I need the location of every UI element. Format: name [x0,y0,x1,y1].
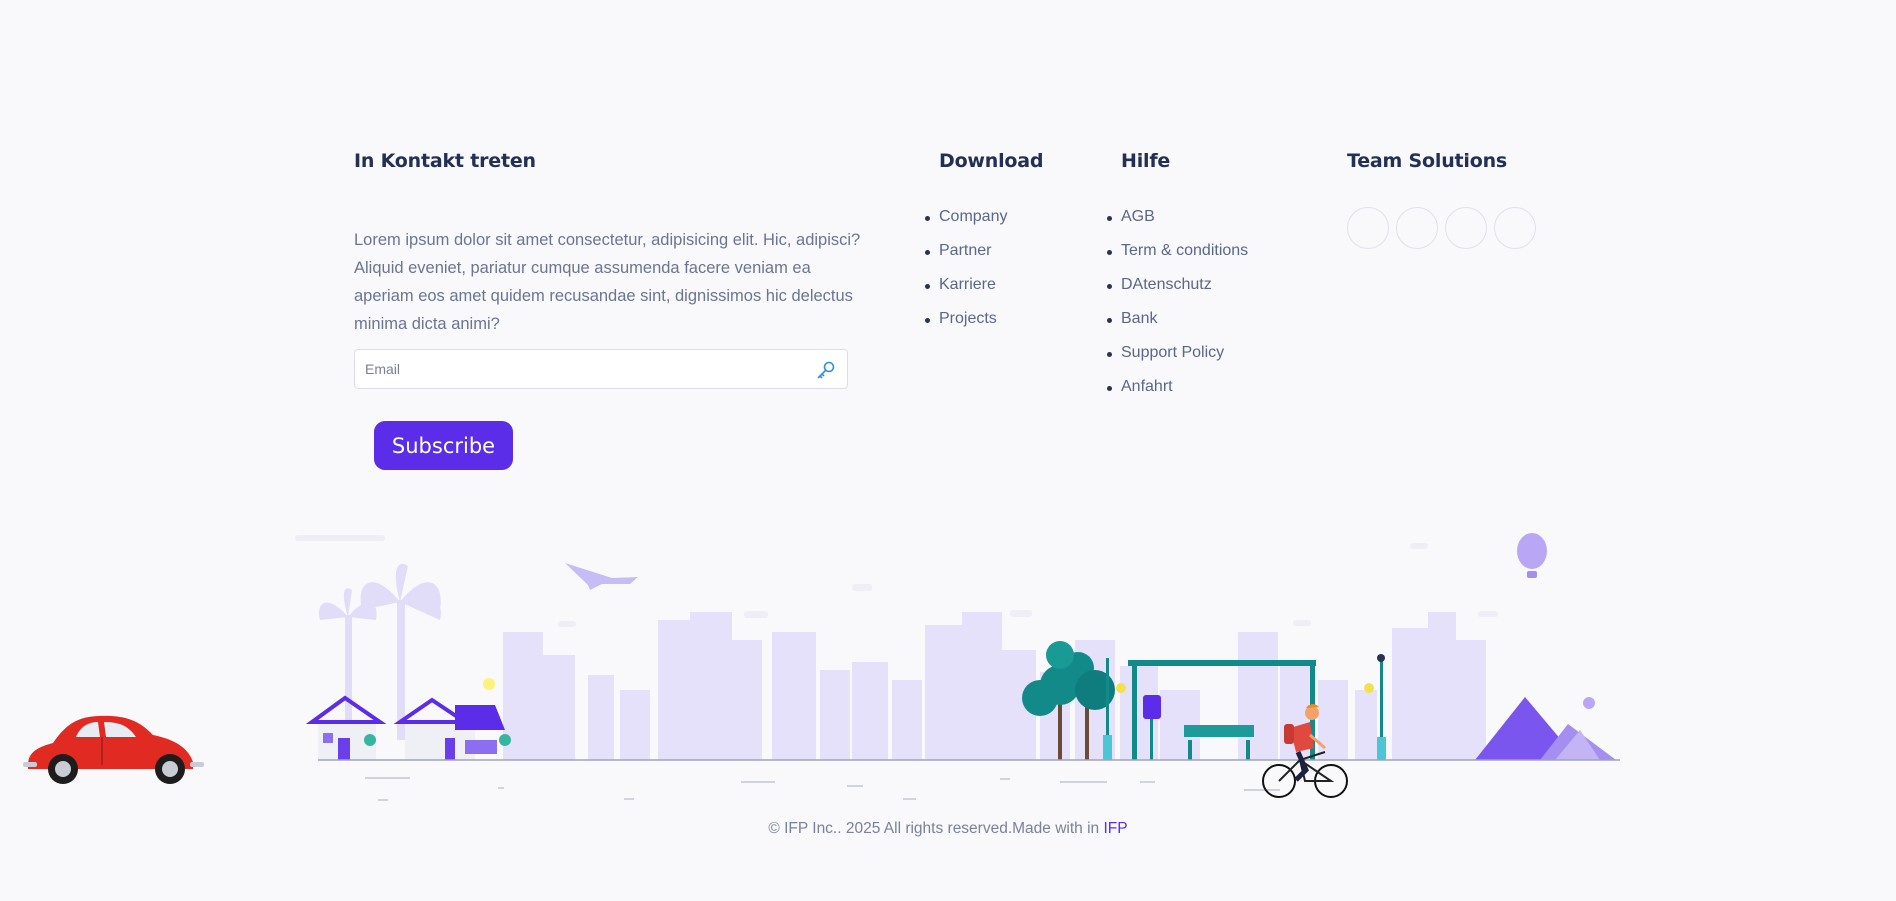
copyright-footer: © IFP Inc.. 2025 All rights reserved.Mad… [0,820,1896,838]
key-icon [815,359,837,385]
team-section: Team Solutions [1347,150,1536,249]
balloon-icon [1517,533,1547,578]
social-link-1[interactable] [1347,207,1389,249]
download-link-karriere[interactable]: Karriere [924,276,1007,310]
email-input[interactable] [355,350,805,388]
plane-icon [565,563,638,590]
email-field-wrapper [354,349,848,389]
download-link-projects[interactable]: Projects [924,310,1007,344]
help-link-support-policy[interactable]: Support Policy [1106,344,1248,378]
copyright-text: © IFP Inc.. 2025 All rights reserved.Mad… [768,820,1104,837]
social-link-4[interactable] [1494,207,1536,249]
help-section: Hilfe AGB Term & conditions DAtenschutz … [1106,150,1248,395]
download-links: Company Partner Karriere Projects [924,208,1007,344]
ifp-link[interactable]: IFP [1103,820,1127,837]
cloud-shapes [295,535,1498,627]
social-link-3[interactable] [1445,207,1487,249]
car-icon [23,715,204,784]
contact-section: In Kontakt treten Lorem ipsum dolor sit … [354,150,860,338]
mountains [1475,697,1616,760]
subscribe-button[interactable]: Subscribe [374,421,513,470]
help-link-agb[interactable]: AGB [1106,208,1248,242]
contact-heading: In Kontakt treten [354,150,536,172]
houses [305,678,511,760]
download-link-company[interactable]: Company [924,208,1007,242]
road-marks [365,777,1280,801]
help-link-terms[interactable]: Term & conditions [1106,242,1248,276]
team-heading: Team Solutions [1347,150,1508,172]
help-link-anfahrt[interactable]: Anfahrt [1106,378,1248,412]
download-heading: Download [939,150,1044,172]
city-illustration [295,533,1620,801]
download-section: Download Company Partner Karriere Projec… [924,150,1044,327]
help-link-bank[interactable]: Bank [1106,310,1248,344]
help-heading: Hilfe [1121,150,1171,172]
skyline [503,612,1486,760]
social-link-2[interactable] [1396,207,1438,249]
contact-description: Lorem ipsum dolor sit amet consectetur, … [354,231,861,333]
download-link-partner[interactable]: Partner [924,242,1007,276]
social-links [1347,207,1536,249]
help-links: AGB Term & conditions DAtenschutz Bank S… [1106,208,1248,412]
palm-trees [319,563,441,740]
help-link-datenschutz[interactable]: DAtenschutz [1106,276,1248,310]
